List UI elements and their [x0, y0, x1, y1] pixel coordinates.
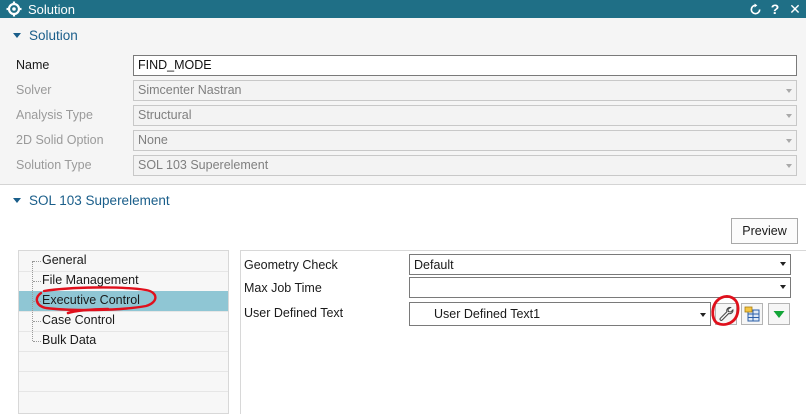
solver-value: Simcenter Nastran [138, 83, 242, 97]
reset-button[interactable] [746, 0, 764, 18]
help-button[interactable]: ? [766, 0, 784, 18]
solver-label: Solver [16, 83, 52, 97]
solution-type-value: SOL 103 Superelement [138, 158, 269, 172]
tree-item-label: Executive Control [42, 293, 140, 307]
wrench-icon [719, 306, 734, 321]
user-defined-text-value: User Defined Text1 [434, 307, 541, 321]
tree-item-label: File Management [42, 273, 139, 287]
edit-button[interactable] [715, 303, 737, 325]
tree-item-executive-control[interactable]: Executive Control [19, 291, 228, 311]
analysis-type-row: Analysis Type Structural [0, 104, 806, 126]
preview-button[interactable]: Preview [731, 218, 798, 244]
2d-solid-option-value: None [138, 133, 168, 147]
geometry-check-select[interactable]: Default [409, 254, 791, 275]
name-input[interactable]: FIND_MODE [133, 54, 797, 76]
max-job-time-row: Max Job Time [241, 277, 806, 299]
max-job-time-label: Max Job Time [244, 281, 322, 295]
collapse-icon [13, 32, 21, 38]
chevron-down-icon [786, 88, 792, 93]
name-row: Name FIND_MODE [0, 54, 806, 76]
tree-item-label: General [42, 253, 87, 267]
window-title: Solution [28, 1, 75, 17]
analysis-type-select: Structural [133, 104, 797, 126]
user-defined-text-row: User Defined Text User Defined Text1 [241, 302, 806, 326]
solver-select: Simcenter Nastran [133, 79, 797, 101]
max-job-time-select[interactable] [409, 277, 791, 298]
user-defined-text-label: User Defined Text [244, 306, 344, 320]
tree-item-label: Case Control [42, 313, 115, 327]
tree-item-label: Bulk Data [42, 333, 97, 347]
title-bar: Solution ? ✕ [0, 0, 806, 18]
gear-icon [6, 1, 22, 17]
analysis-type-label: Analysis Type [16, 108, 93, 122]
executive-control-panel: Geometry Check Default Max Job Time User… [240, 250, 806, 414]
2d-solid-option-select: None [133, 129, 797, 151]
section-title: Solution [29, 27, 78, 43]
chevron-down-icon [786, 163, 792, 168]
section-title: SOL 103 Superelement [29, 192, 170, 208]
chevron-down-icon [700, 313, 706, 317]
chevron-down-icon [786, 138, 792, 143]
geometry-check-value: Default [414, 257, 454, 272]
chevron-down-icon [780, 262, 786, 266]
browse-button[interactable] [741, 303, 763, 325]
2d-solid-option-row: 2D Solid Option None [0, 129, 806, 151]
close-button[interactable]: ✕ [786, 0, 804, 18]
chevron-down-icon [780, 285, 786, 289]
name-label: Name [16, 58, 50, 72]
solution-type-select: SOL 103 Superelement [133, 154, 797, 176]
analysis-type-value: Structural [138, 108, 192, 122]
2d-solid-option-label: 2D Solid Option [16, 133, 104, 147]
table-icon [744, 306, 760, 322]
sol-section-header[interactable]: SOL 103 Superelement [0, 189, 806, 211]
expand-button[interactable] [768, 303, 790, 325]
solution-type-row: Solution Type SOL 103 Superelement [0, 154, 806, 176]
collapse-icon [13, 197, 21, 203]
tree-item-bulk-data[interactable]: Bulk Data [19, 331, 228, 351]
green-arrow-down-icon [773, 311, 785, 318]
tree-item-file-management[interactable]: File Management [19, 271, 228, 291]
solution-section-header[interactable]: Solution [0, 24, 806, 46]
section-divider [0, 184, 806, 185]
chevron-down-icon [786, 113, 792, 118]
geometry-check-label: Geometry Check [244, 258, 338, 272]
geometry-check-row: Geometry Check Default [241, 254, 806, 276]
solution-type-label: Solution Type [16, 158, 92, 172]
tree-item-case-control[interactable]: Case Control [19, 311, 228, 331]
solver-row: Solver Simcenter Nastran [0, 79, 806, 101]
tree-item-general[interactable]: General [19, 251, 228, 271]
user-defined-text-select[interactable]: User Defined Text1 [409, 302, 711, 326]
reset-icon [750, 2, 761, 14]
navigation-tree: General File Management Executive Contro… [18, 250, 229, 414]
